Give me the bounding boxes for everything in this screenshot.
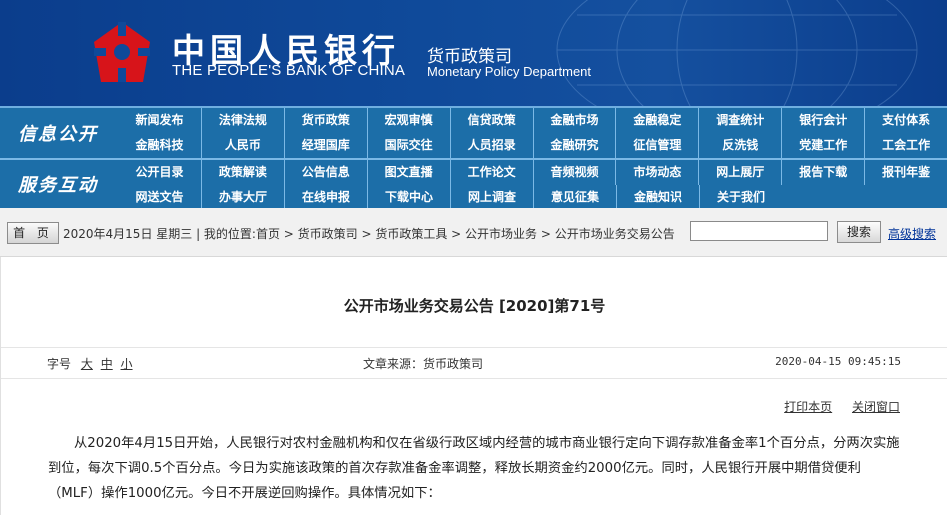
nav-item[interactable]: 报刊年鉴 (864, 160, 947, 185)
nav-item[interactable]: 金融稳定 (615, 108, 698, 133)
nav-item[interactable]: 党建工作 (781, 133, 864, 158)
pboc-logo-icon (94, 22, 150, 82)
font-size-medium-link[interactable]: 中 (101, 357, 113, 371)
home-button[interactable]: 首 页 (7, 222, 59, 244)
nav-item[interactable]: 银行会计 (781, 108, 864, 133)
breadcrumb: 2020年4月15日 星期三 | 我的位置:首页 > 货币政策司 > 货币政策工… (63, 227, 675, 241)
nav-item[interactable]: 公开目录 (118, 160, 201, 185)
nav-grid-service: 公开目录 政策解读 公告信息 图文直播 工作论文 音频视频 市场动态 网上展厅 报告下载 报刊年鉴… (118, 160, 947, 210)
article: 公开市场业务交易公告 [2020]第71号 字号 大 中 小 文章来源：货币政策… (0, 257, 947, 515)
nav-item[interactable]: 报告下载 (781, 160, 864, 185)
brand-name-en: THE PEOPLE'S BANK OF CHINA (172, 62, 406, 79)
nav-item[interactable]: 新闻发布 (118, 108, 201, 133)
nav-item[interactable]: 办事大厅 (201, 185, 284, 210)
article-date: 2020-04-15 09:45:15 (775, 355, 901, 368)
article-meta: 字号 大 中 小 文章来源：货币政策司 2020-04-15 09:45:15 (1, 347, 947, 379)
font-size-label: 字号 (47, 357, 72, 371)
nav-item[interactable]: 在线申报 (284, 185, 367, 210)
close-window-link[interactable]: 关闭窗口 (852, 400, 900, 414)
search-input[interactable] (690, 221, 828, 241)
advanced-search-link[interactable]: 高级搜索 (888, 225, 936, 242)
nav-item[interactable]: 网上展厅 (698, 160, 781, 185)
nav-item[interactable]: 音频视频 (532, 160, 616, 185)
nav-item[interactable]: 法律法规 (200, 108, 284, 133)
nav-item[interactable]: 公告信息 (283, 160, 367, 185)
nav-section-title-info: 信息公开 (18, 124, 98, 145)
nav-item[interactable]: 工作论文 (449, 160, 533, 185)
site-header: 中国人民银行 THE PEOPLE'S BANK OF CHINA 货币政策司 … (0, 0, 947, 106)
nav-item[interactable]: 反洗钱 (698, 133, 781, 158)
department-name-en: Monetary Policy Department (427, 64, 592, 79)
nav-item[interactable]: 调查统计 (698, 108, 781, 133)
article-tools: 打印本页 关闭窗口 (768, 398, 900, 415)
nav-item[interactable]: 信贷政策 (449, 108, 533, 133)
main-navigation: 信息公开 新闻发布 法律法规 货币政策 宏观审慎 信贷政策 金融市场 金融稳定 调查统计 银行会… (0, 106, 947, 210)
font-size-large-link[interactable]: 大 (81, 357, 93, 371)
breadcrumb-bar: 首 页 2020年4月15日 星期三 | 我的位置:首页 > 货币政策司 > 货… (0, 208, 947, 257)
nav-item[interactable]: 征信管理 (615, 133, 698, 158)
print-page-link[interactable]: 打印本页 (784, 400, 832, 414)
nav-item[interactable]: 国际交往 (366, 133, 450, 158)
nav-item[interactable]: 工会工作 (864, 133, 947, 158)
nav-row: 金融科技 人民币 经理国库 国际交往 人员招录 金融研究 征信管理 反洗钱 党建工作 工会工作 (118, 133, 947, 158)
font-size-small-link[interactable]: 小 (121, 357, 133, 371)
nav-item[interactable]: 货币政策 (283, 108, 367, 133)
article-body: 从2020年4月15日开始，人民银行对农村金融机构和仅在省级行政区域内经营的城市… (48, 436, 900, 501)
nav-item[interactable]: 经理国库 (283, 133, 367, 158)
nav-item[interactable]: 金融知识 (616, 185, 699, 210)
nav-item[interactable]: 市场动态 (615, 160, 698, 185)
nav-item[interactable]: 网上调查 (450, 185, 533, 210)
nav-row: 网送文告 办事大厅 在线申报 下载中心 网上调查 意见征集 金融知识 关于我们 (118, 185, 947, 210)
nav-section-title-service: 服务互动 (18, 175, 98, 196)
nav-item[interactable]: 支付体系 (864, 108, 947, 133)
nav-item[interactable]: 政策解读 (200, 160, 284, 185)
nav-grid-info: 新闻发布 法律法规 货币政策 宏观审慎 信贷政策 金融市场 金融稳定 调查统计 银行会计 支付体系… (118, 108, 947, 158)
article-title: 公开市场业务交易公告 [2020]第71号 (343, 297, 606, 315)
nav-item[interactable]: 金融研究 (532, 133, 616, 158)
nav-item[interactable]: 人员招录 (449, 133, 533, 158)
nav-item[interactable]: 金融市场 (532, 108, 616, 133)
nav-item[interactable]: 意见征集 (533, 185, 616, 210)
nav-item[interactable]: 网送文告 (118, 185, 201, 210)
nav-row: 新闻发布 法律法规 货币政策 宏观审慎 信贷政策 金融市场 金融稳定 调查统计 银行会计 支付体系 (118, 108, 947, 133)
nav-item[interactable]: 下载中心 (367, 185, 450, 210)
nav-section-service: 服务互动 公开目录 政策解读 公告信息 图文直播 工作论文 音频视频 市场动态 网上展厅 报告下… (0, 158, 947, 210)
nav-section-info: 信息公开 新闻发布 法律法规 货币政策 宏观审慎 信贷政策 金融市场 金融稳定 调查统计 银行会… (0, 108, 947, 158)
globe-watermark-icon (556, 0, 918, 106)
nav-item[interactable]: 金融科技 (118, 133, 201, 158)
font-size-controls: 字号 大 中 小 (47, 355, 137, 372)
nav-row: 公开目录 政策解读 公告信息 图文直播 工作论文 音频视频 市场动态 网上展厅 报告下载 报刊年鉴 (118, 160, 947, 185)
nav-item[interactable]: 宏观审慎 (366, 108, 450, 133)
nav-item[interactable]: 关于我们 (699, 185, 782, 210)
article-source: 文章来源：货币政策司 (363, 357, 484, 371)
search-button[interactable]: 搜索 (837, 221, 881, 243)
nav-item[interactable]: 人民币 (200, 133, 284, 158)
nav-item[interactable]: 图文直播 (366, 160, 450, 185)
